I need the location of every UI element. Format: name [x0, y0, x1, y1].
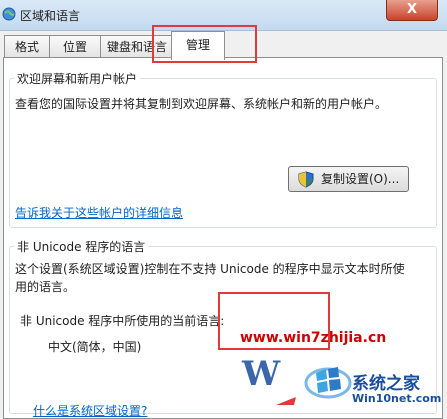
welcome-group-legend: 欢迎屏幕和新用户帐户: [14, 70, 141, 87]
watermark-url: www.win7zhijia.cn: [240, 330, 387, 346]
system-locale-link[interactable]: 什么是系统区域设置?: [33, 402, 147, 419]
globe-icon: [2, 7, 16, 21]
non-unicode-description-line1: 这个设置(系统区域设置)控制在不支持 Unicode 的程序中显示文本时所使: [15, 262, 405, 276]
non-unicode-description-line2: 用的语言。: [15, 280, 76, 294]
tab-formats[interactable]: 格式: [4, 35, 50, 58]
non-unicode-group-legend: 非 Unicode 程序的语言: [14, 238, 149, 255]
current-language-label: 非 Unicode 程序中所使用的当前语言:: [20, 314, 225, 328]
accounts-details-link[interactable]: 告诉我关于这些帐户的详细信息: [15, 204, 183, 221]
svg-text:W: W: [241, 355, 281, 394]
watermark-brand: 系统之家: [352, 374, 420, 394]
current-language-value: 中文(简体，中国): [48, 340, 142, 354]
copy-settings-label: 复制设置(O)...: [321, 172, 400, 186]
tab-location[interactable]: 位置: [49, 35, 101, 58]
close-button[interactable]: X: [386, 0, 438, 21]
watermark-domain: Win10net.com: [352, 392, 442, 405]
welcome-description: 查看您的国际设置并将其复制到欢迎屏幕、系统帐户和新的用户帐户。: [15, 97, 388, 111]
tab-annotation-box: [152, 25, 257, 63]
uac-shield-icon: [298, 171, 314, 188]
copy-settings-button[interactable]: 复制设置(O)...: [288, 166, 409, 192]
window-title: 区域和语言: [20, 9, 81, 23]
